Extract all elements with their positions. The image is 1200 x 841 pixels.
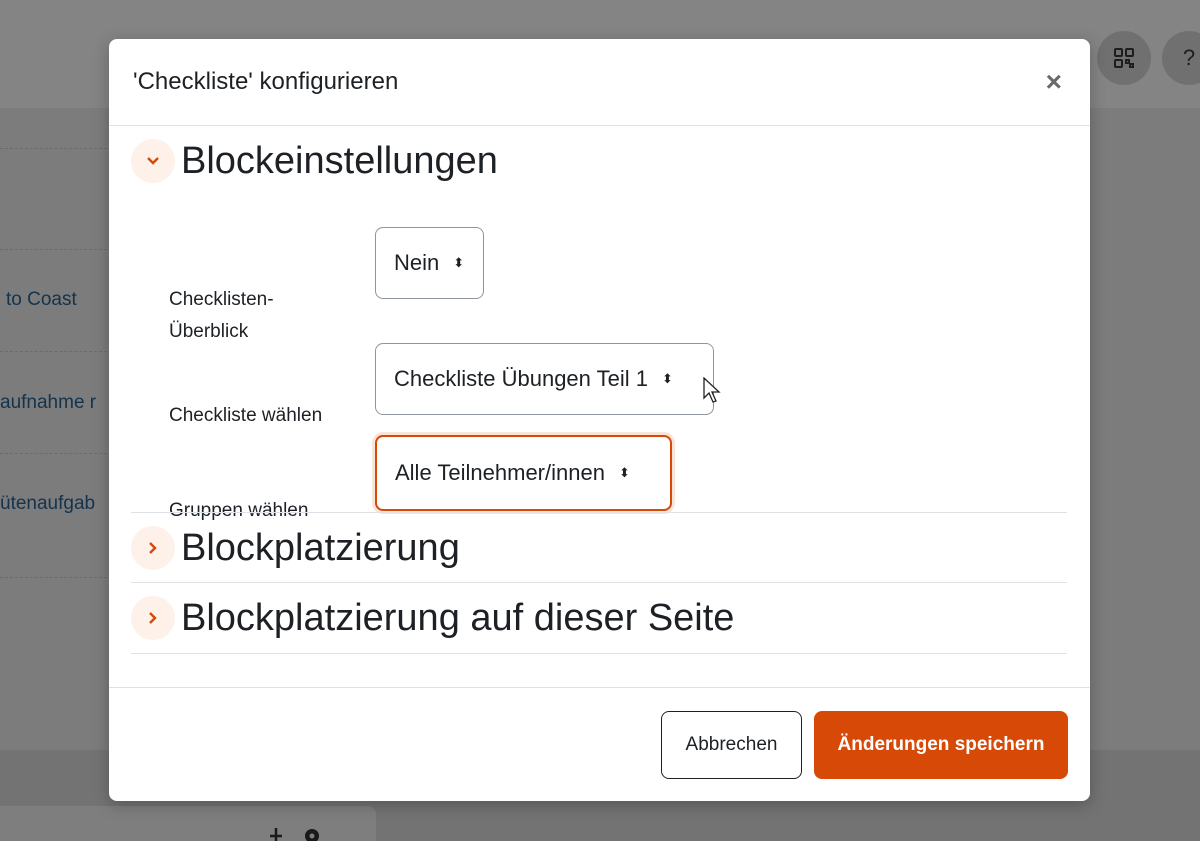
background-divider	[0, 453, 112, 454]
section-title: Blockplatzierung auf dieser Seite	[181, 596, 735, 639]
background-divider	[0, 249, 112, 250]
sort-caret-icon: ⬍	[661, 371, 673, 386]
section-toggle[interactable]: Blockplatzierung auf dieser Seite	[131, 583, 1067, 653]
checklist-select[interactable]: Checkliste Übungen Teil 1 ⬍	[375, 343, 714, 415]
overview-select[interactable]: Nein ⬍	[375, 227, 484, 299]
background-activity-link[interactable]: aufnahme r	[0, 392, 96, 414]
field-label: Checkliste wählen	[169, 405, 323, 426]
save-changes-button[interactable]: Änderungen speichern	[814, 710, 1068, 779]
qr-code-icon[interactable]	[1097, 31, 1151, 85]
dialog-header: 'Checkliste' konfigurieren ×	[109, 39, 1090, 126]
cancel-button[interactable]: Abbrechen	[661, 710, 802, 779]
chevron-right-icon[interactable]	[131, 526, 175, 570]
chevron-down-icon[interactable]	[131, 139, 175, 183]
mouse-cursor-icon	[703, 377, 721, 403]
sort-caret-icon: ⬍	[618, 465, 630, 480]
field-label: Checklisten- Überblick	[169, 289, 274, 342]
section-title: Blockeinstellungen	[181, 139, 498, 182]
move-icon	[270, 828, 319, 841]
chevron-right-icon[interactable]	[131, 596, 175, 640]
background-activity-link[interactable]: to Coast	[6, 289, 77, 311]
dialog-title: 'Checkliste' konfigurieren	[133, 68, 399, 95]
section-block-placement-this-page: Blockplatzierung auf dieser Seite	[131, 582, 1067, 654]
section-toggle[interactable]: Blockplatzierung	[131, 513, 1067, 583]
section-divider	[131, 653, 1067, 654]
dialog-footer: Abbrechen Änderungen speichern	[109, 687, 1090, 801]
move-and-settings-icons	[268, 826, 324, 841]
section-toggle[interactable]: Blockeinstellungen	[131, 137, 1068, 185]
dialog-body: Blockeinstellungen Checklisten- Überblic…	[109, 126, 1090, 686]
section-block-settings: Blockeinstellungen	[131, 126, 1068, 185]
background-divider	[0, 351, 112, 352]
section-block-placement: Blockplatzierung	[131, 512, 1067, 583]
background-divider	[0, 577, 112, 578]
close-icon[interactable]: ×	[1046, 68, 1062, 96]
sort-caret-icon: ⬍	[453, 255, 465, 270]
background-divider	[0, 148, 112, 149]
section-title: Blockplatzierung	[181, 526, 460, 569]
background-activity-link[interactable]: ütenaufgab	[0, 493, 95, 515]
configure-block-dialog: 'Checkliste' konfigurieren × Blockeinste…	[109, 39, 1090, 801]
groups-select[interactable]: Alle Teilnehmer/innen ⬍	[375, 435, 672, 511]
